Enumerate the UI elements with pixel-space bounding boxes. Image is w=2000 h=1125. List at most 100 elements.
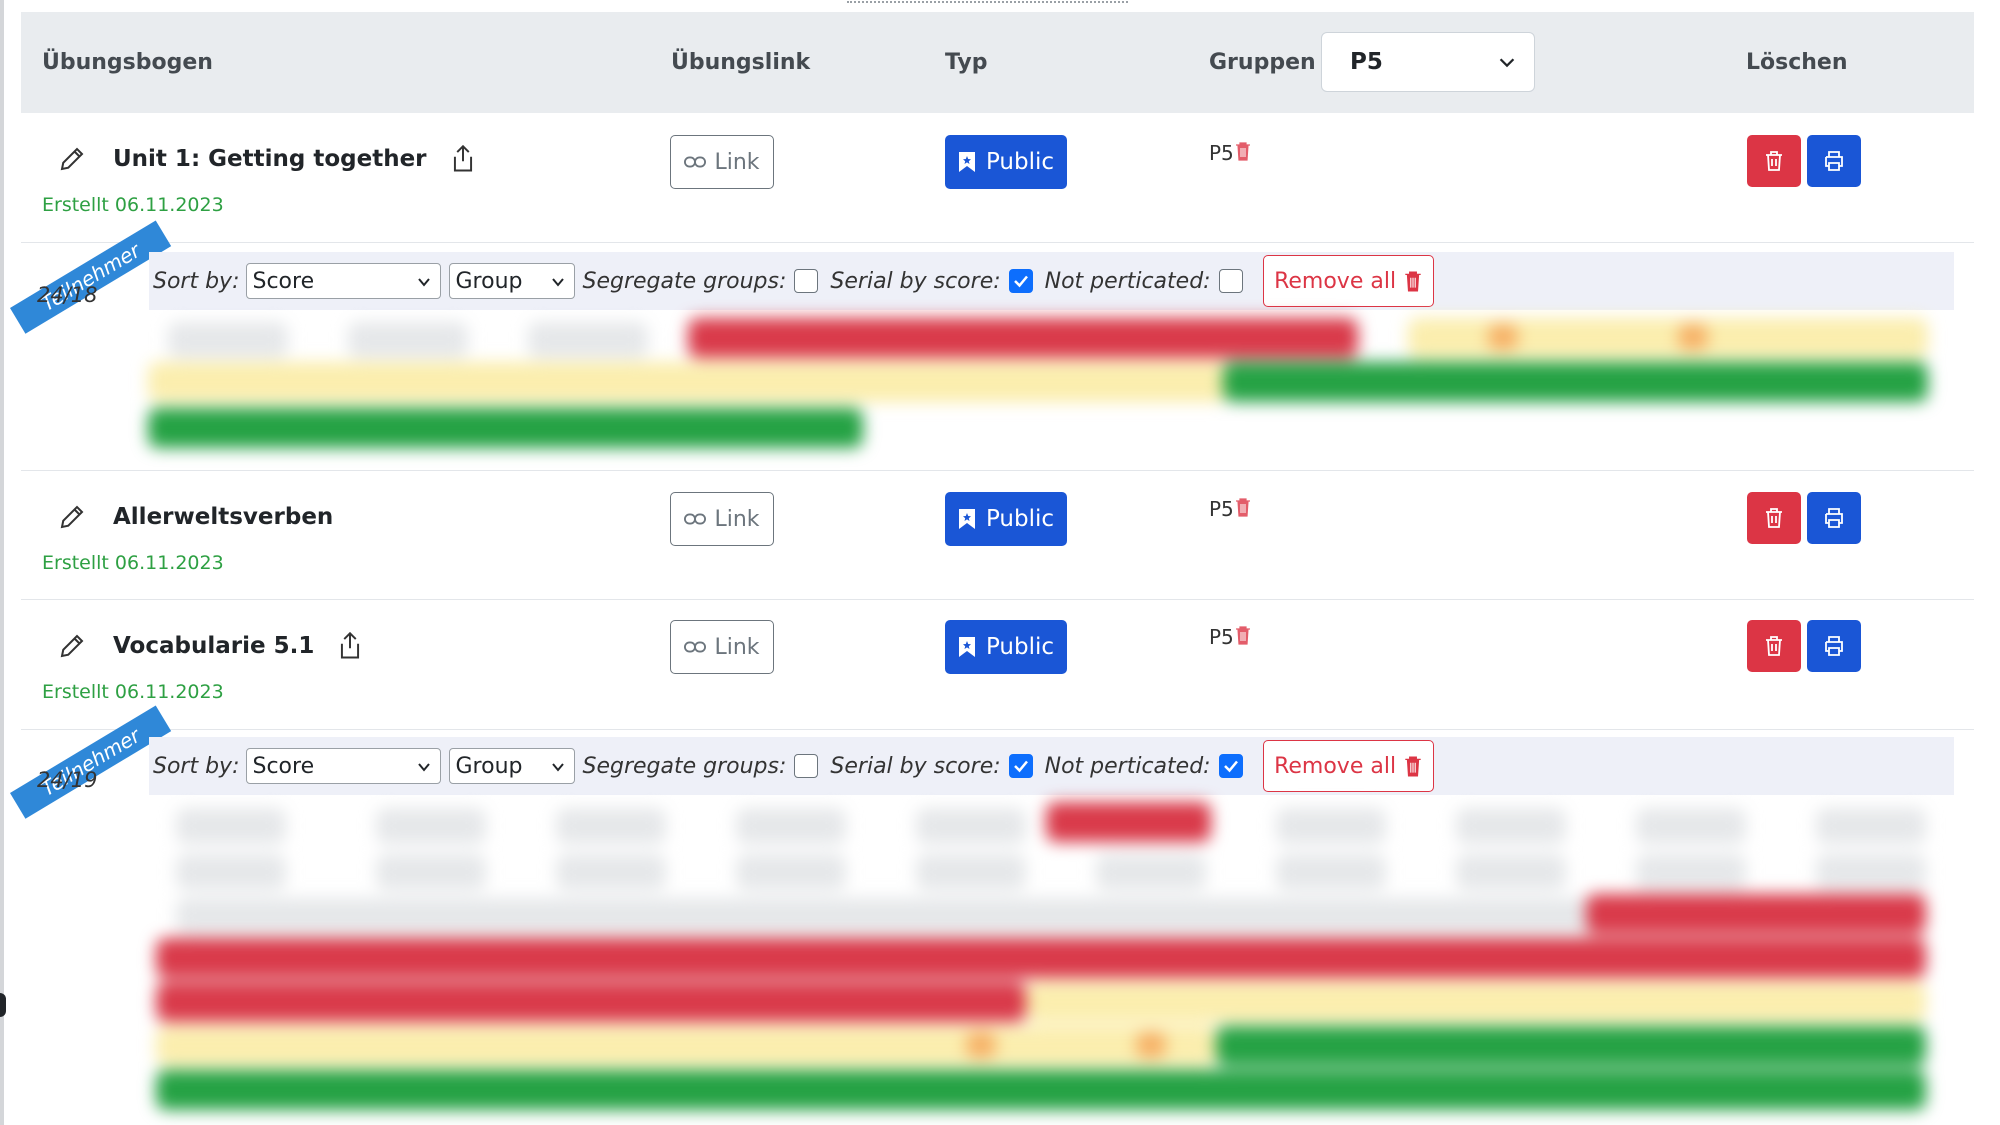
participant-chip[interactable]	[1408, 318, 1928, 358]
participant-chip[interactable]	[1678, 324, 1708, 350]
participant-chip[interactable]	[148, 408, 863, 448]
participant-chip[interactable]	[1136, 1032, 1166, 1058]
participant-chip[interactable]	[156, 982, 1026, 1022]
participant-chip[interactable]	[1586, 894, 1926, 934]
participant-chip[interactable]	[528, 322, 648, 358]
participant-chip[interactable]	[1276, 854, 1386, 890]
participant-chip[interactable]	[176, 854, 286, 890]
public-button[interactable]: Public	[945, 135, 1067, 189]
participant-chip[interactable]	[916, 808, 1026, 844]
sort-select-value: Score	[252, 268, 315, 294]
public-button[interactable]: Public	[945, 492, 1067, 546]
participant-chip[interactable]	[156, 1026, 1216, 1066]
participant-chip[interactable]	[1816, 808, 1926, 844]
trash-icon	[1766, 151, 1782, 171]
group-tag-label: P5	[1209, 497, 1234, 521]
public-button[interactable]: Public	[945, 620, 1067, 674]
notpart-checkbox[interactable]	[1218, 269, 1243, 293]
participant-chip[interactable]	[1456, 854, 1566, 890]
participant-chip[interactable]	[966, 1032, 996, 1058]
check-icon	[1223, 760, 1238, 773]
participant-chip[interactable]	[176, 808, 286, 844]
notpart-label: Not perticated:	[1044, 268, 1211, 294]
segregate-label: Segregate groups:	[582, 753, 787, 779]
exercise-title-wrap: Vocabularie 5.1	[57, 631, 364, 661]
print-button[interactable]	[1807, 620, 1861, 672]
sort-select[interactable]: Score	[245, 748, 441, 784]
participant-chip[interactable]	[156, 1070, 1926, 1110]
exercise-title[interactable]: Allerweltsverben	[113, 504, 333, 530]
participant-chip[interactable]	[1026, 982, 1926, 1022]
print-button[interactable]	[1807, 135, 1861, 187]
trash-icon	[1766, 508, 1782, 528]
exercise-title[interactable]: Vocabularie 5.1	[113, 633, 314, 659]
exercise-title[interactable]: Unit 1: Getting together	[113, 146, 427, 172]
trash-icon[interactable]	[1235, 497, 1251, 517]
group-select[interactable]: Group	[448, 748, 575, 784]
link-icon	[684, 156, 707, 168]
pencil-icon[interactable]	[57, 502, 87, 532]
table-header: Übungsbogen Übungslink Typ Gruppen P5 Lö…	[21, 12, 1974, 113]
participant-chip[interactable]	[376, 808, 486, 844]
participant-chip[interactable]	[736, 854, 846, 890]
link-icon	[684, 641, 707, 653]
print-button[interactable]	[1807, 492, 1861, 544]
sort-select[interactable]: Score	[245, 263, 441, 299]
sort-select-value: Score	[252, 753, 315, 779]
pencil-icon[interactable]	[57, 631, 87, 661]
remove-all-button[interactable]: Remove all	[1262, 255, 1434, 307]
participant-chip[interactable]	[1636, 854, 1746, 890]
participant-chip[interactable]	[688, 318, 1358, 358]
participant-chip[interactable]	[1488, 324, 1518, 350]
participant-chip[interactable]	[156, 938, 1926, 978]
participant-chip[interactable]	[556, 854, 666, 890]
participant-chip[interactable]	[736, 808, 846, 844]
participant-chip[interactable]	[1223, 362, 1928, 402]
exercise-title-wrap: Allerweltsverben	[57, 502, 333, 532]
participant-chip[interactable]	[1456, 808, 1566, 844]
trash-icon[interactable]	[1235, 625, 1251, 645]
group-select[interactable]: Group	[448, 263, 575, 299]
notpart-checkbox[interactable]	[1218, 754, 1243, 778]
participant-chip[interactable]	[1816, 854, 1926, 890]
participant-chip[interactable]	[1096, 854, 1206, 890]
link-button[interactable]: Link	[670, 135, 774, 189]
pencil-icon[interactable]	[57, 144, 87, 174]
participant-chip[interactable]	[348, 322, 468, 358]
delete-button[interactable]	[1747, 492, 1801, 544]
participant-chip[interactable]	[1216, 1026, 1926, 1066]
participant-chip[interactable]	[1636, 808, 1746, 844]
chevron-down-icon	[1499, 58, 1515, 68]
share-icon[interactable]	[336, 631, 364, 661]
participant-chip[interactable]	[148, 362, 1228, 402]
header-exercise: Übungsbogen	[42, 50, 213, 75]
participant-chip[interactable]	[1046, 802, 1211, 842]
delete-button[interactable]	[1747, 135, 1801, 187]
participant-chip[interactable]	[176, 898, 1636, 934]
serial-checkbox[interactable]	[1008, 754, 1033, 778]
participant-chip[interactable]	[916, 854, 1026, 890]
chevron-down-icon	[417, 278, 430, 287]
serial-checkbox[interactable]	[1008, 269, 1033, 293]
group-filter-select[interactable]: P5	[1321, 32, 1535, 92]
link-button[interactable]: Link	[670, 492, 774, 546]
segregate-checkbox[interactable]	[794, 754, 819, 778]
trash-icon[interactable]	[1235, 141, 1251, 161]
link-button[interactable]: Link	[670, 620, 774, 674]
delete-button[interactable]	[1747, 620, 1801, 672]
segregate-checkbox[interactable]	[794, 269, 819, 293]
participant-toolbar: Sort by: Score Group Segregate groups: S…	[149, 252, 1954, 310]
participant-chip[interactable]	[556, 808, 666, 844]
participant-chip[interactable]	[1276, 808, 1386, 844]
check-icon	[1013, 275, 1028, 288]
check-icon	[1013, 760, 1028, 773]
created-date: Erstellt 06.11.2023	[42, 552, 224, 574]
chevron-down-icon	[417, 763, 430, 772]
remove-all-button[interactable]: Remove all	[1262, 740, 1434, 792]
edge-handle[interactable]	[0, 993, 6, 1017]
header-link: Übungslink	[671, 50, 811, 75]
share-icon[interactable]	[449, 144, 477, 174]
participant-chip[interactable]	[168, 322, 288, 358]
trash-icon	[1405, 756, 1421, 777]
participant-chip[interactable]	[376, 854, 486, 890]
